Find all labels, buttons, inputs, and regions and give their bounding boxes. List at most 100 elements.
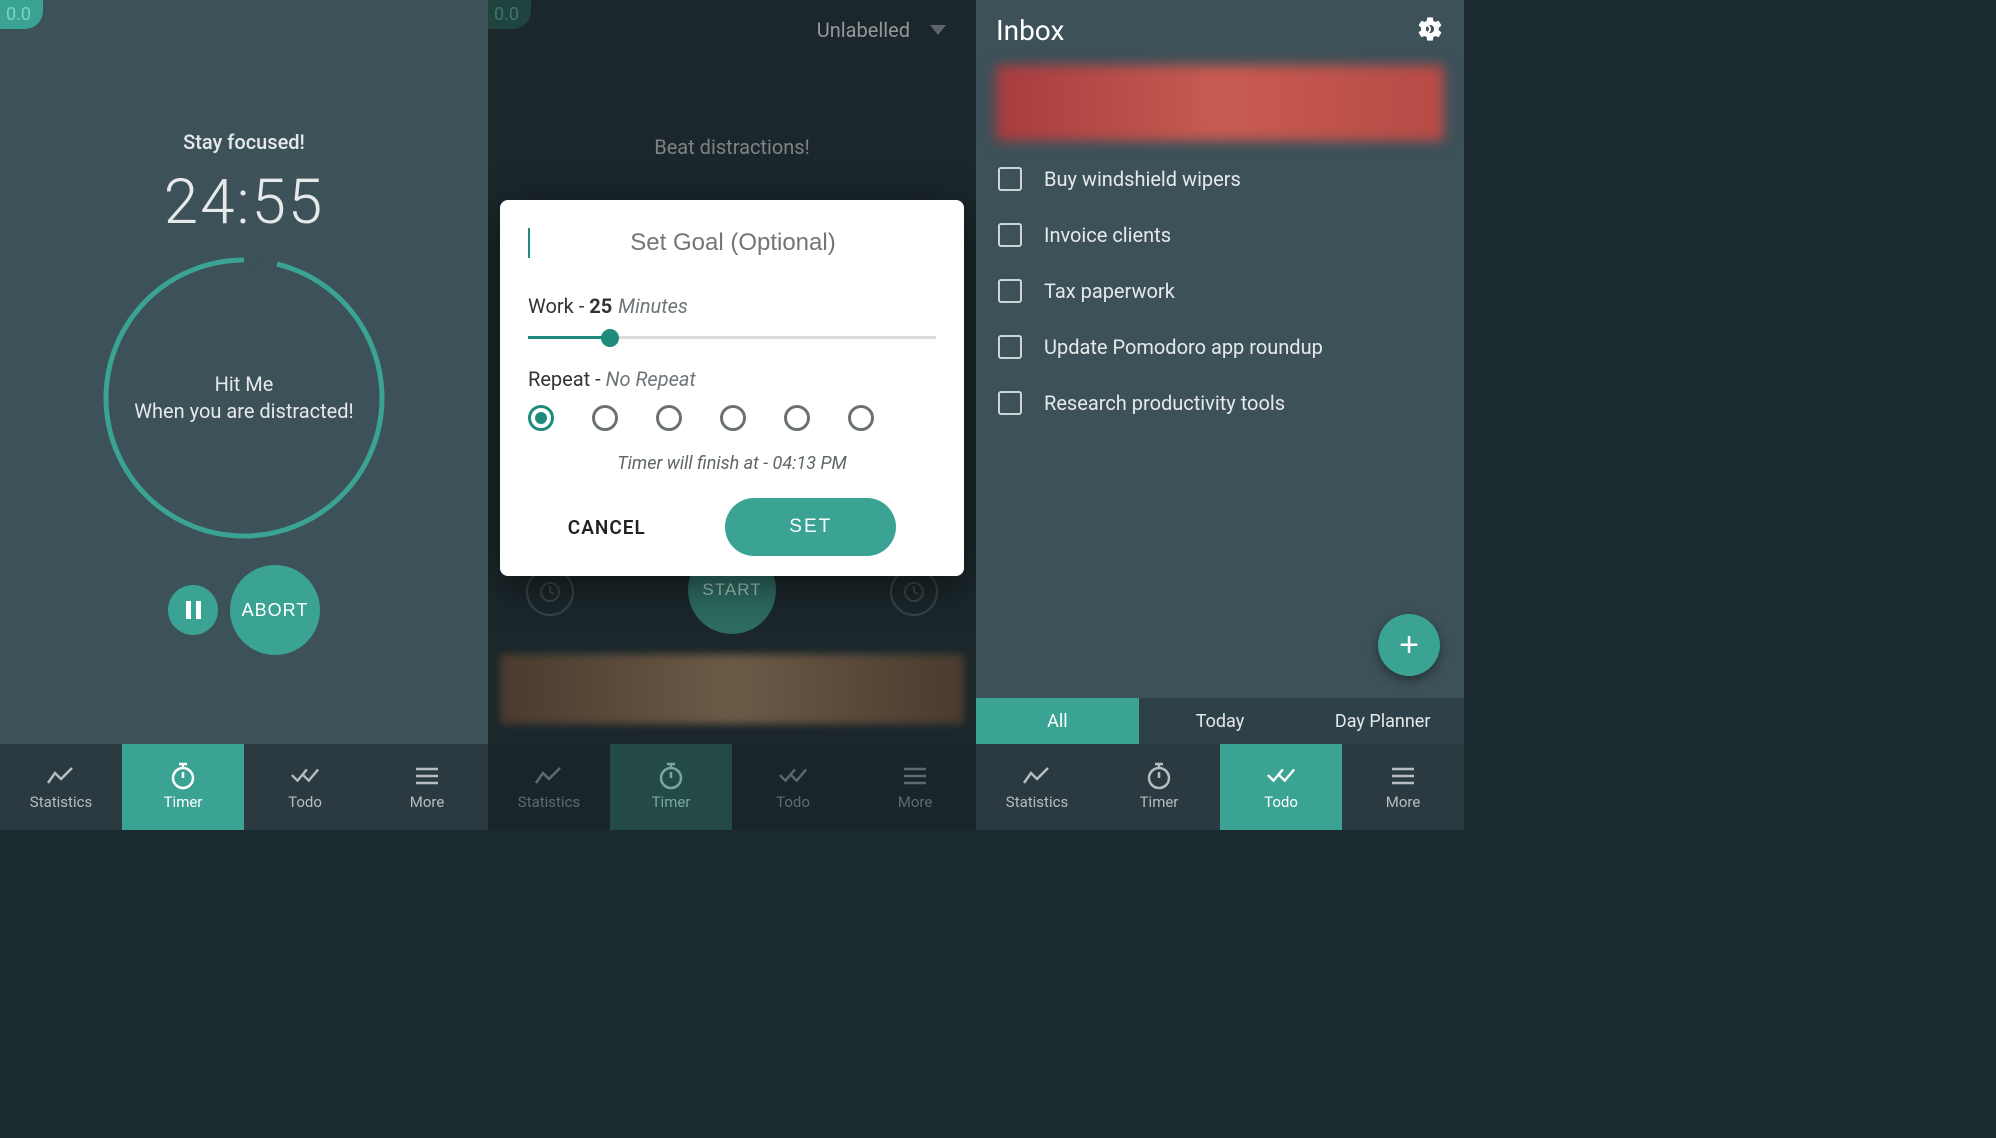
repeat-option-2[interactable] bbox=[656, 405, 682, 431]
checkbox[interactable] bbox=[998, 167, 1022, 191]
work-value: 25 bbox=[589, 294, 612, 318]
bottom-nav: Statistics Timer Todo More bbox=[0, 744, 488, 830]
settings-button[interactable] bbox=[1412, 15, 1444, 47]
repeat-option-5[interactable] bbox=[848, 405, 874, 431]
nav-more[interactable]: More bbox=[366, 744, 488, 830]
todo-checks-icon bbox=[778, 763, 808, 789]
stopwatch-icon bbox=[168, 763, 198, 789]
plus-icon: + bbox=[1399, 626, 1419, 665]
list-item[interactable]: Update Pomodoro app roundup bbox=[976, 319, 1464, 375]
nav-statistics[interactable]: Statistics bbox=[0, 744, 122, 830]
nav-timer[interactable]: Timer bbox=[610, 744, 732, 830]
nav-todo-label: Todo bbox=[776, 793, 810, 811]
checkbox[interactable] bbox=[998, 279, 1022, 303]
timer-controls: ABORT bbox=[168, 565, 320, 655]
nav-timer-label: Timer bbox=[164, 793, 203, 811]
inbox-header: Inbox bbox=[976, 0, 1464, 59]
repeat-prefix: Repeat - bbox=[528, 367, 606, 391]
nav-statistics[interactable]: Statistics bbox=[976, 744, 1098, 830]
nav-statistics[interactable]: Statistics bbox=[488, 744, 610, 830]
todo-filter-tabs: All Today Day Planner bbox=[976, 698, 1464, 744]
nav-timer[interactable]: Timer bbox=[1098, 744, 1220, 830]
gear-icon bbox=[1416, 15, 1444, 43]
todo-label: Research productivity tools bbox=[1044, 391, 1285, 415]
menu-icon bbox=[900, 763, 930, 789]
bottom-nav: Statistics Timer Todo More bbox=[976, 744, 1464, 830]
timer-countdown: 24:55 bbox=[164, 166, 325, 239]
filter-tab-day-planner[interactable]: Day Planner bbox=[1301, 698, 1464, 744]
nav-todo-label: Todo bbox=[288, 793, 322, 811]
abort-button[interactable]: ABORT bbox=[230, 565, 320, 655]
nav-statistics-label: Statistics bbox=[30, 793, 92, 811]
slider-fill bbox=[528, 336, 610, 339]
work-duration-slider[interactable] bbox=[528, 336, 936, 339]
timer-setup-body: Unlabelled Beat distractions! START Work… bbox=[488, 0, 976, 744]
list-item[interactable]: Research productivity tools bbox=[976, 375, 1464, 431]
todo-list: Buy windshield wipers Invoice clients Ta… bbox=[976, 151, 1464, 431]
menu-icon bbox=[1388, 763, 1418, 789]
list-item[interactable]: Buy windshield wipers bbox=[976, 151, 1464, 207]
list-item[interactable]: Invoice clients bbox=[976, 207, 1464, 263]
repeat-value: No Repeat bbox=[606, 367, 696, 391]
repeat-option-3[interactable] bbox=[720, 405, 746, 431]
todo-checks-icon bbox=[290, 763, 320, 789]
finish-time-text: Timer will finish at - 04:13 PM bbox=[528, 453, 936, 474]
repeat-option-1[interactable] bbox=[592, 405, 618, 431]
work-unit: Minutes bbox=[618, 294, 688, 318]
list-item[interactable]: Tax paperwork bbox=[976, 263, 1464, 319]
filter-tab-today[interactable]: Today bbox=[1139, 698, 1302, 744]
goal-input[interactable] bbox=[530, 228, 936, 258]
nav-todo[interactable]: Todo bbox=[732, 744, 854, 830]
screen-timer-running: 0.0 Stay focused! 24:55 Hit Me When you … bbox=[0, 0, 488, 830]
nav-more-label: More bbox=[898, 793, 933, 811]
nav-timer-label: Timer bbox=[1140, 793, 1179, 811]
nav-timer[interactable]: Timer bbox=[122, 744, 244, 830]
todo-label: Update Pomodoro app roundup bbox=[1044, 335, 1323, 359]
dialog-actions: CANCEL SET bbox=[528, 498, 936, 556]
filter-tab-all[interactable]: All bbox=[976, 698, 1139, 744]
timer-body: Stay focused! 24:55 Hit Me When you are … bbox=[0, 0, 488, 744]
nav-statistics-label: Statistics bbox=[518, 793, 580, 811]
ad-banner[interactable] bbox=[996, 65, 1444, 141]
work-prefix: Work - bbox=[528, 294, 589, 318]
screen-todo-inbox: Inbox Buy windshield wipers Invoice clie… bbox=[976, 0, 1464, 830]
ad-banner[interactable] bbox=[500, 654, 964, 724]
goal-input-wrap bbox=[528, 228, 936, 258]
todo-label: Buy windshield wipers bbox=[1044, 167, 1241, 191]
label-dropdown[interactable]: Unlabelled bbox=[817, 18, 946, 42]
label-dropdown-text: Unlabelled bbox=[817, 18, 910, 42]
set-goal-dialog: Work - 25Minutes Repeat - No Repeat Time… bbox=[500, 200, 964, 576]
todo-checks-icon bbox=[1266, 763, 1296, 789]
statistics-icon bbox=[534, 763, 564, 789]
pause-icon bbox=[186, 601, 201, 619]
distraction-circle[interactable]: Hit Me When you are distracted! bbox=[99, 253, 389, 543]
set-button[interactable]: SET bbox=[725, 498, 896, 556]
beat-heading: Beat distractions! bbox=[488, 135, 976, 159]
checkbox[interactable] bbox=[998, 391, 1022, 415]
add-task-button[interactable]: + bbox=[1378, 614, 1440, 676]
repeat-radio-group bbox=[528, 405, 936, 431]
nav-timer-label: Timer bbox=[652, 793, 691, 811]
nav-more[interactable]: More bbox=[854, 744, 976, 830]
slider-thumb-icon[interactable] bbox=[601, 329, 619, 347]
nav-todo[interactable]: Todo bbox=[244, 744, 366, 830]
statistics-icon bbox=[1022, 763, 1052, 789]
stopwatch-icon bbox=[1144, 763, 1174, 789]
checkbox[interactable] bbox=[998, 223, 1022, 247]
focus-heading: Stay focused! bbox=[183, 130, 305, 154]
work-row: Work - 25Minutes bbox=[528, 294, 936, 318]
version-badge: 0.0 bbox=[0, 0, 43, 29]
nav-todo[interactable]: Todo bbox=[1220, 744, 1342, 830]
repeat-option-0[interactable] bbox=[528, 405, 554, 431]
repeat-option-4[interactable] bbox=[784, 405, 810, 431]
stopwatch-icon bbox=[656, 763, 686, 789]
checkbox[interactable] bbox=[998, 335, 1022, 359]
cancel-button[interactable]: CANCEL bbox=[568, 516, 646, 539]
bottom-nav: Statistics Timer Todo More bbox=[488, 744, 976, 830]
pause-button[interactable] bbox=[168, 585, 218, 635]
menu-icon bbox=[412, 763, 442, 789]
screen-set-goal-dialog: 0.0 Unlabelled Beat distractions! START … bbox=[488, 0, 976, 830]
page-title: Inbox bbox=[996, 14, 1064, 47]
nav-more[interactable]: More bbox=[1342, 744, 1464, 830]
todo-label: Tax paperwork bbox=[1044, 279, 1175, 303]
